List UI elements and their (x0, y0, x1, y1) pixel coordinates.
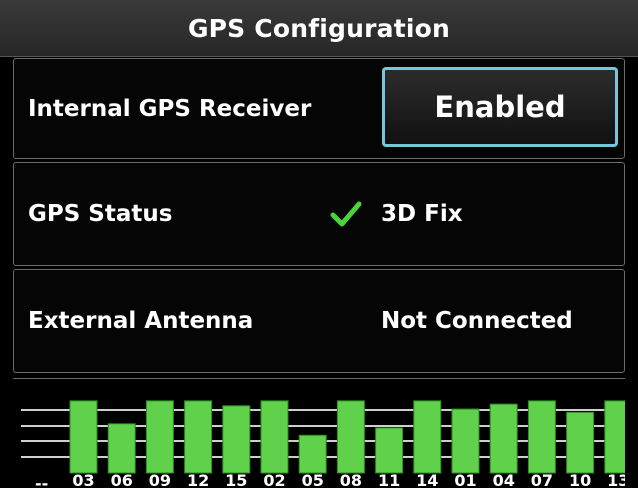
satellite-id-label: 15 (225, 471, 247, 488)
internal-gps-enabled-label: Enabled (434, 90, 566, 124)
satellite-signal-bar (260, 400, 289, 474)
satellite-signal-bar (527, 400, 556, 474)
satellite-id-label: 02 (263, 471, 285, 488)
satellite-signal-bar (375, 427, 404, 474)
satellite-id-label: 07 (531, 471, 553, 488)
satellite-id-label: 10 (569, 471, 591, 488)
satellite-signal-bar (107, 423, 136, 474)
satellite-signal-bar (184, 400, 213, 474)
satellite-id-label: 11 (378, 471, 400, 488)
satellite-signal-bar (566, 411, 595, 474)
satellite-id-label: 08 (340, 471, 362, 488)
satellite-signal-bars: 03 06 09 12 15 02 05 08 11 14 01 04 07 10 13 -- (21, 400, 625, 488)
satellite-signal-bar (604, 400, 625, 474)
satellite-id-label: 05 (302, 471, 324, 488)
satellite-signal-bar (489, 403, 518, 474)
satellite-id-label: 14 (416, 471, 438, 488)
external-antenna-row: External Antenna Not Connected (13, 269, 625, 373)
checkmark-icon (330, 201, 362, 227)
internal-gps-label: Internal GPS Receiver (28, 95, 312, 122)
satellite-signal-bar (336, 400, 365, 474)
satellite-signal-bar (222, 405, 251, 474)
satellite-signal-bar (69, 400, 98, 474)
external-antenna-label: External Antenna (28, 308, 254, 334)
internal-gps-row: Internal GPS Receiver Enabled (13, 58, 625, 159)
satellite-signal-bar (413, 400, 442, 474)
satellite-id-label: 12 (187, 471, 209, 488)
internal-gps-enabled-button[interactable]: Enabled (382, 67, 618, 147)
external-antenna-value: Not Connected (381, 308, 573, 334)
satellite-id-label: 03 (72, 471, 94, 488)
gps-status-row: GPS Status 3D Fix (13, 162, 625, 266)
satellite-id-label: 01 (454, 471, 476, 488)
page-title: GPS Configuration (0, 0, 638, 57)
satellite-id-label: 04 (493, 471, 515, 488)
satellite-signal-bar (451, 408, 480, 474)
satellite-signal-bar (145, 400, 174, 474)
page-title-text: GPS Configuration (187, 13, 451, 43)
gps-status-label: GPS Status (28, 201, 173, 227)
satellite-cutoff-label: -- (35, 474, 48, 488)
satellite-signal-panel: 03 06 09 12 15 02 05 08 11 14 01 04 07 10 13 -- (13, 378, 625, 488)
gps-status-value: 3D Fix (381, 201, 463, 227)
satellite-signal-bar (298, 434, 327, 474)
satellite-id-label: 13 (607, 471, 625, 488)
satellite-id-label: 09 (149, 471, 171, 488)
satellite-id-label: 06 (111, 471, 133, 488)
